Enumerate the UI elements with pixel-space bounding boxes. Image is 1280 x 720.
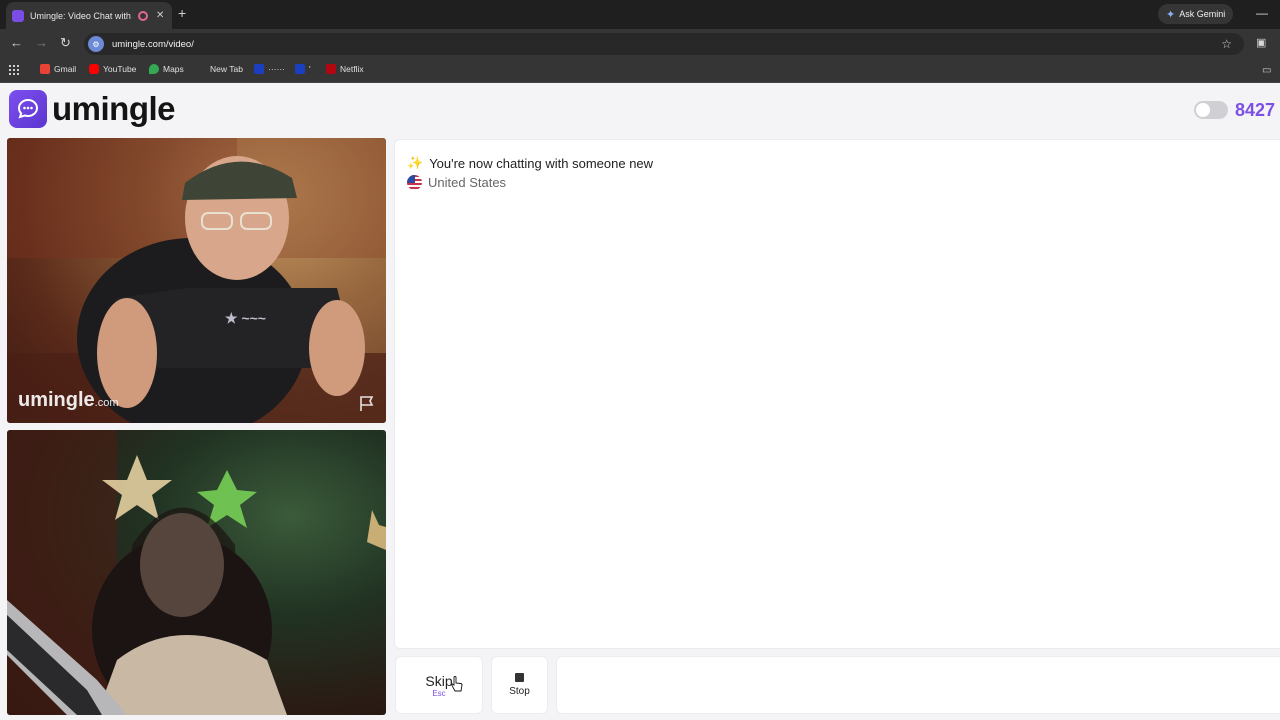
report-flag-icon[interactable] xyxy=(358,395,376,418)
sparkles-icon: ✨ xyxy=(407,155,424,170)
partner-country: United States xyxy=(428,175,507,190)
chat-panel: ✨ You're now chatting with someone new U… xyxy=(394,139,1280,649)
skip-label: Skip xyxy=(425,672,453,689)
chat-bubble-logo-icon xyxy=(9,90,47,128)
self-video xyxy=(7,430,386,715)
site-info-icon[interactable]: ⚙ xyxy=(88,36,104,52)
stop-button[interactable]: Stop xyxy=(491,656,548,714)
bookmarks-folder-icon[interactable]: ▭ xyxy=(1262,65,1271,76)
bookmarks-bar: Gmail YouTube Maps New Tab ······ ' Netf… xyxy=(0,59,1280,83)
tab-title: Umingle: Video Chat with S xyxy=(30,10,134,21)
bookmark-star-icon[interactable]: ☆ xyxy=(1221,37,1232,51)
ask-gemini-label: Ask Gemini xyxy=(1179,9,1226,19)
gmail-icon xyxy=(40,64,50,74)
browser-tab[interactable]: Umingle: Video Chat with S ✕ xyxy=(6,2,172,29)
umingle-favicon-icon xyxy=(12,9,24,22)
skip-button[interactable]: Skip Esc xyxy=(395,656,483,714)
forward-arrow-icon[interactable]: → xyxy=(35,36,48,50)
partner-location: United States xyxy=(407,175,506,190)
umingle-logo[interactable]: umingle xyxy=(9,90,176,128)
stranger-video: ★ ~~~ umingle.com xyxy=(7,138,386,423)
system-message-text: You're now chatting with someone new xyxy=(429,155,654,171)
bookmark-label: ······ xyxy=(268,64,285,74)
url-text: umingle.com/video/ xyxy=(112,38,194,50)
online-users-count: 8427 xyxy=(1235,100,1276,120)
audio-recording-icon xyxy=(138,10,148,21)
toggle-knob xyxy=(1196,103,1210,117)
m-site-icon xyxy=(295,64,305,74)
bookmark-label: YouTube xyxy=(103,64,137,74)
reload-icon[interactable]: ↻ xyxy=(60,36,71,50)
stop-square-icon xyxy=(515,673,524,682)
umingle-page: umingle 8427 ★ ~~~ umingle.com ✨ You're … xyxy=(0,84,1280,720)
browser-tabstrip: Umingle: Video Chat with S ✕ + ✦ Ask Gem… xyxy=(0,0,1280,29)
umingle-watermark: umingle.com xyxy=(18,389,119,412)
us-flag-icon xyxy=(407,175,422,190)
bookmark-new-tab[interactable]: New Tab xyxy=(210,64,243,74)
netflix-icon xyxy=(326,64,336,74)
theme-toggle[interactable] xyxy=(1194,101,1228,119)
message-input[interactable] xyxy=(556,656,1280,714)
bookmark-maps[interactable]: Maps xyxy=(149,64,184,74)
watermark-main: umingle xyxy=(18,389,95,411)
stranger-video-frame: ★ ~~~ xyxy=(7,138,386,423)
bookmark-label: Gmail xyxy=(54,64,77,74)
gemini-sparkle-icon: ✦ xyxy=(1166,8,1176,21)
bookmark-label: Netflix xyxy=(340,64,364,74)
window-minimize-icon[interactable]: — xyxy=(1256,6,1268,20)
browser-toolbar: ← → ↻ ⚙ umingle.com/video/ ☆ ▣ xyxy=(0,29,1280,59)
bookmark-label: Maps xyxy=(163,64,184,74)
bookmark-netflix[interactable]: Netflix xyxy=(326,64,364,74)
side-panel-icon[interactable]: ▣ xyxy=(1256,36,1266,49)
address-bar[interactable]: ⚙ umingle.com/video/ ☆ xyxy=(84,33,1244,55)
bookmark-m2[interactable]: ' xyxy=(295,64,311,74)
svg-text:★ ~~~: ★ ~~~ xyxy=(225,310,266,326)
back-arrow-icon[interactable]: ← xyxy=(10,36,23,50)
bookmark-youtube[interactable]: YouTube xyxy=(89,64,136,74)
apps-grid-icon[interactable] xyxy=(9,65,19,75)
system-message: ✨ You're now chatting with someone new xyxy=(407,155,653,171)
skip-shortcut-hint: Esc xyxy=(432,688,446,698)
tab-close-icon[interactable]: ✕ xyxy=(156,10,164,21)
self-video-frame xyxy=(7,430,386,715)
bookmark-m1[interactable]: ······ xyxy=(254,64,285,74)
ask-gemini-button[interactable]: ✦ Ask Gemini xyxy=(1158,4,1234,24)
bookmark-label: New Tab xyxy=(210,64,243,74)
m-site-icon xyxy=(254,64,264,74)
youtube-icon xyxy=(89,64,99,74)
watermark-suffix: .com xyxy=(94,397,119,409)
new-tab-button[interactable]: + xyxy=(178,6,186,20)
stop-label: Stop xyxy=(509,686,530,697)
maps-pin-icon xyxy=(149,64,159,74)
bookmark-gmail[interactable]: Gmail xyxy=(40,64,76,74)
hand-pointer-cursor-icon xyxy=(451,676,463,697)
bookmark-label: ' xyxy=(309,64,311,74)
logo-text: umingle xyxy=(52,90,176,127)
